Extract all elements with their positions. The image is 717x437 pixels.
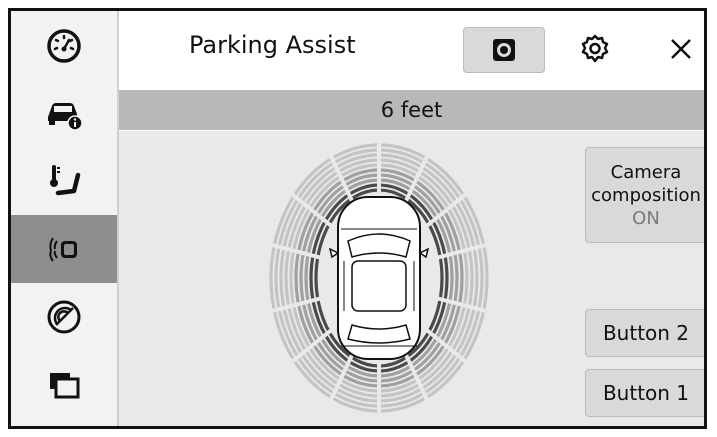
settings-button[interactable] bbox=[573, 27, 617, 71]
header: Parking Assist bbox=[119, 11, 704, 89]
sidebar-item-parking-assist[interactable] bbox=[11, 215, 117, 283]
sidebar-item-vehicle-info[interactable] bbox=[11, 79, 117, 147]
parking-assist-screen: Parking Assist 6 feet Camera composition… bbox=[8, 8, 707, 429]
button-2[interactable]: Button 2 bbox=[585, 309, 704, 357]
speedometer-icon bbox=[47, 29, 81, 63]
car-top-view bbox=[328, 196, 430, 360]
parking-sensor-display bbox=[269, 143, 489, 413]
camera-composition-label-line2: composition bbox=[591, 184, 701, 206]
sidebar bbox=[11, 11, 119, 426]
heated-seat-icon bbox=[50, 165, 81, 196]
close-icon bbox=[671, 39, 691, 59]
camera-composition-button[interactable]: Camera composition ON bbox=[585, 147, 704, 243]
radar-icon bbox=[47, 300, 81, 334]
camera-composition-label-line1: Camera bbox=[610, 161, 682, 183]
camera-view-button[interactable] bbox=[463, 27, 545, 73]
close-button[interactable] bbox=[659, 27, 703, 71]
multi-window-icon bbox=[50, 373, 80, 399]
camera-icon bbox=[493, 39, 515, 61]
page-title: Parking Assist bbox=[189, 31, 356, 59]
sidebar-item-climate-seat[interactable] bbox=[11, 147, 117, 215]
camera-composition-state: ON bbox=[632, 207, 660, 229]
parking-sensor-icon bbox=[49, 237, 77, 262]
sidebar-item-multi-window[interactable] bbox=[11, 351, 117, 419]
distance-readout: 6 feet bbox=[119, 90, 704, 130]
button-1[interactable]: Button 1 bbox=[585, 369, 704, 417]
parking-view: Camera composition ON Button 2 Button 1 bbox=[119, 131, 704, 426]
vehicle-info-icon bbox=[48, 103, 83, 131]
sidebar-item-gauges[interactable] bbox=[11, 11, 117, 79]
gear-icon bbox=[581, 34, 609, 63]
sidebar-item-radar[interactable] bbox=[11, 283, 117, 351]
